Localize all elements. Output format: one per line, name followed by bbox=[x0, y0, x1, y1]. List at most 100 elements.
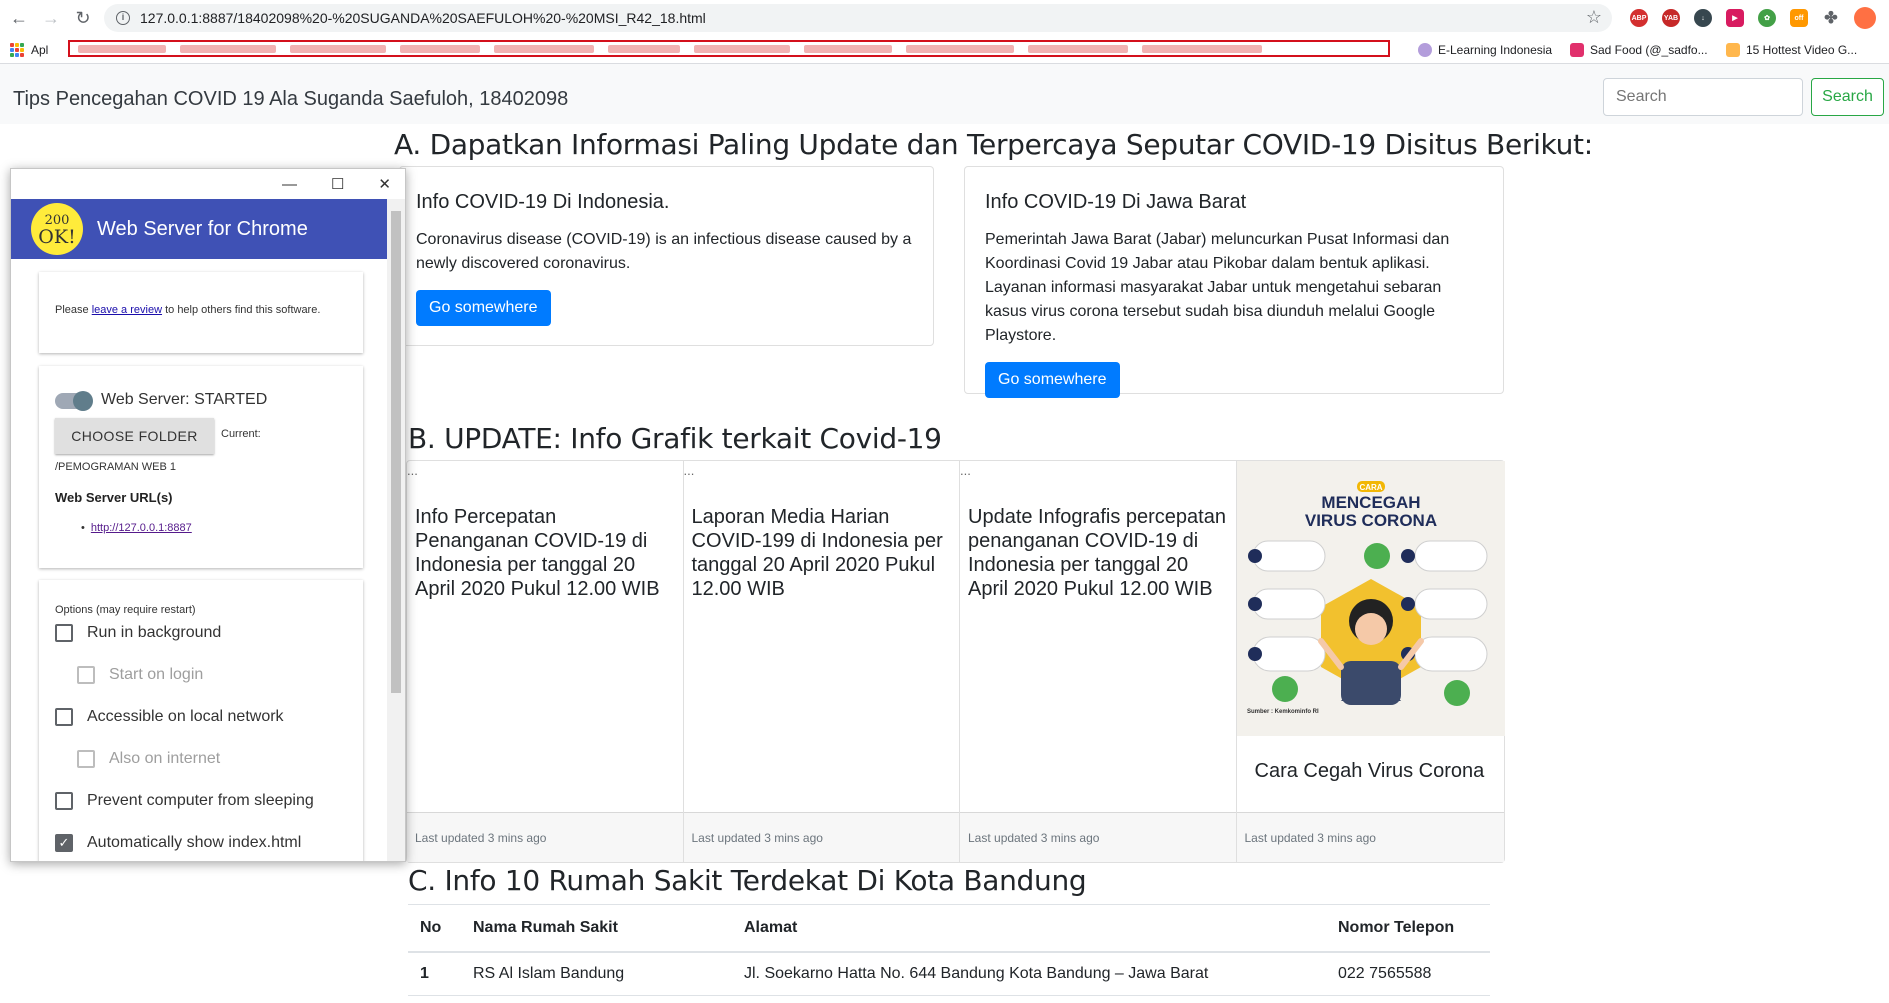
bookmark-label: Sad Food (@_sadfo... bbox=[1590, 42, 1708, 57]
infographic-card[interactable]: ... Info Percepatan Penanganan COVID-19 … bbox=[407, 461, 684, 862]
video-favicon-icon bbox=[1726, 42, 1740, 57]
poster-source: Sumber : Kemkominfo RI bbox=[1247, 709, 1319, 715]
toggle-knob[interactable] bbox=[73, 391, 93, 411]
broken-image-icon: ... bbox=[683, 463, 695, 478]
elearning-favicon-icon bbox=[1418, 42, 1432, 57]
server-url-link[interactable]: http://127.0.0.1:8887 bbox=[91, 522, 192, 534]
column-header: Nomor Telepon bbox=[1326, 904, 1490, 953]
scrollbar-thumb[interactable] bbox=[391, 211, 401, 693]
table-cell: Jl. Soekarno Hatta No. 644 Bandung Kota … bbox=[732, 952, 1326, 996]
table-header-row: No Nama Rumah Sakit Alamat Nomor Telepon bbox=[408, 904, 1490, 953]
bookmark-star-icon[interactable]: ☆ bbox=[1586, 7, 1602, 28]
puzzle-extensions-icon[interactable]: ✤ bbox=[1822, 9, 1840, 27]
option-label: Start on login bbox=[109, 666, 204, 683]
bookmark-label: 15 Hottest Video G... bbox=[1746, 42, 1858, 57]
section-b-heading: B. UPDATE: Info Grafik terkait Covid-19 bbox=[408, 422, 942, 455]
leaf-extension-icon[interactable]: ✿ bbox=[1758, 9, 1776, 27]
option-label: Also on internet bbox=[109, 750, 221, 767]
section-c-heading: C. Info 10 Rumah Sakit Terdekat Di Kota … bbox=[408, 864, 1087, 897]
web-server-window: — ☐ ✕ 200 OK! Web Server for Chrome Plea… bbox=[10, 168, 406, 862]
card-title: Update Infografis percepatan penanganan … bbox=[968, 506, 1226, 600]
go-somewhere-button[interactable]: Go somewhere bbox=[416, 290, 551, 326]
back-icon[interactable]: ← bbox=[6, 5, 32, 31]
choose-folder-button[interactable]: CHOOSE FOLDER bbox=[55, 418, 214, 454]
current-label: Current: bbox=[221, 428, 261, 440]
video-extension-icon[interactable]: YAB bbox=[1662, 9, 1680, 27]
poster-line2: VIRUS CORONA bbox=[1304, 511, 1436, 530]
bookmark-elearning[interactable]: E-Learning Indonesia bbox=[1418, 42, 1553, 57]
web-server-title: Web Server for Chrome bbox=[97, 217, 308, 240]
card-footer: Last updated 3 mins ago bbox=[407, 812, 683, 862]
column-header: No bbox=[408, 904, 461, 953]
search-button[interactable]: Search bbox=[1811, 78, 1884, 116]
bookmark-label: E-Learning Indonesia bbox=[1438, 42, 1553, 57]
card-title: Info COVID-19 Di Jawa Barat bbox=[985, 191, 1247, 213]
bookmark-sadfood[interactable]: Sad Food (@_sadfo... bbox=[1570, 42, 1708, 57]
option-prevent-sleeping[interactable]: Prevent computer from sleeping bbox=[55, 792, 314, 810]
web-server-logo: 200 OK! bbox=[31, 203, 83, 255]
option-run-in-background[interactable]: Run in background bbox=[55, 624, 221, 642]
checkbox[interactable] bbox=[55, 708, 73, 726]
apps-grid-icon[interactable] bbox=[10, 42, 24, 57]
table-cell: RS Al Islam Bandung bbox=[461, 952, 732, 996]
checkbox-checked-icon[interactable]: ✓ bbox=[55, 834, 73, 852]
option-label: Prevent computer from sleeping bbox=[87, 792, 314, 809]
infographic-card[interactable]: CARA MENCEGAH VIRUS CORONA Sumber: Kemk… bbox=[1236, 461, 1505, 862]
card-title: Cara Cegah Virus Corona bbox=[1254, 760, 1485, 782]
checkbox[interactable] bbox=[77, 750, 95, 768]
checkbox[interactable] bbox=[55, 792, 73, 810]
option-label: Run in background bbox=[87, 624, 222, 641]
close-icon[interactable]: ✕ bbox=[378, 175, 391, 193]
review-prefix: Please bbox=[55, 304, 92, 316]
reload-icon[interactable]: ↻ bbox=[70, 5, 96, 31]
url-text[interactable]: 127.0.0.1:8887/18402098%20-%20SUGANDA%20… bbox=[140, 10, 706, 26]
info-card-indonesia: Info COVID-19 Di Indonesia. Coronavirus … bbox=[399, 166, 934, 346]
table-row: 1 RS Al Islam Bandung Jl. Soekarno Hatta… bbox=[408, 952, 1490, 996]
logo-ok: OK! bbox=[38, 226, 76, 248]
infographic-card-group: ... Info Percepatan Penanganan COVID-19 … bbox=[406, 460, 1505, 863]
option-label: Accessible on local network bbox=[87, 708, 284, 725]
review-panel: Please leave a review to help others fin… bbox=[39, 272, 363, 353]
infographic-card[interactable]: ... Laporan Media Harian COVID-199 di In… bbox=[683, 461, 960, 862]
minimize-icon[interactable]: — bbox=[282, 176, 297, 193]
info-card-jawa-barat: Info COVID-19 Di Jawa Barat Pemerintah J… bbox=[964, 166, 1504, 398]
forward-icon[interactable]: → bbox=[38, 5, 64, 31]
corona-prevention-poster: CARA MENCEGAH VIRUS CORONA Sumber: Kemk… bbox=[1236, 461, 1505, 736]
maximize-icon[interactable]: ☐ bbox=[331, 175, 344, 193]
table-cell: 022 7565588 bbox=[1326, 952, 1490, 996]
instagram-favicon-icon bbox=[1570, 42, 1584, 57]
discount-extension-icon[interactable]: off bbox=[1790, 9, 1808, 27]
option-start-on-login[interactable]: Start on login bbox=[77, 666, 203, 684]
card-title: Info Percepatan Penanganan COVID-19 di I… bbox=[415, 506, 660, 600]
checkbox[interactable] bbox=[55, 624, 73, 642]
option-also-on-internet[interactable]: Also on internet bbox=[77, 750, 220, 768]
card-title: Info COVID-19 Di Indonesia. bbox=[416, 191, 670, 213]
infographic-card[interactable]: ... Update Infografis percepatan penanga… bbox=[960, 461, 1237, 862]
bookmark-apps[interactable]: Apl bbox=[31, 43, 48, 57]
server-urls-label: Web Server URL(s) bbox=[55, 490, 173, 505]
window-scrollbar[interactable] bbox=[387, 199, 405, 861]
option-accessible-local-network[interactable]: Accessible on local network bbox=[55, 708, 284, 726]
bookmark-video[interactable]: 15 Hottest Video G... bbox=[1726, 42, 1858, 57]
option-auto-index[interactable]: ✓ Automatically show index.html bbox=[55, 834, 301, 852]
search-input[interactable] bbox=[1603, 78, 1803, 116]
card-text: Pemerintah Jawa Barat (Jabar) meluncurka… bbox=[985, 231, 1450, 344]
go-somewhere-button[interactable]: Go somewhere bbox=[985, 362, 1120, 398]
server-status: Web Server: STARTED bbox=[101, 391, 268, 408]
redacted-bookmarks-box bbox=[68, 40, 1390, 57]
navbar-brand[interactable]: Tips Pencegahan COVID 19 Ala Suganda Sae… bbox=[13, 88, 568, 111]
download-extension-icon[interactable]: ↓ bbox=[1694, 9, 1712, 27]
card-footer: Last updated 3 mins ago bbox=[1236, 812, 1505, 862]
server-toggle[interactable] bbox=[55, 391, 93, 411]
options-panel: Options (may require restart) Run in bac… bbox=[39, 580, 363, 861]
leave-review-link[interactable]: leave a review bbox=[92, 304, 162, 316]
options-label: Options (may require restart) bbox=[55, 604, 196, 616]
player-extension-icon[interactable]: ▶ bbox=[1726, 9, 1744, 27]
address-bar[interactable]: i 127.0.0.1:8887/18402098%20-%20SUGANDA%… bbox=[104, 4, 1612, 32]
profile-avatar-icon[interactable] bbox=[1854, 7, 1876, 29]
info-icon[interactable]: i bbox=[116, 11, 130, 25]
web-server-header: 200 OK! Web Server for Chrome bbox=[11, 199, 389, 259]
checkbox[interactable] bbox=[77, 666, 95, 684]
adblock-extension-icon[interactable]: ABP bbox=[1630, 9, 1648, 27]
window-titlebar: — ☐ ✕ bbox=[11, 169, 405, 199]
